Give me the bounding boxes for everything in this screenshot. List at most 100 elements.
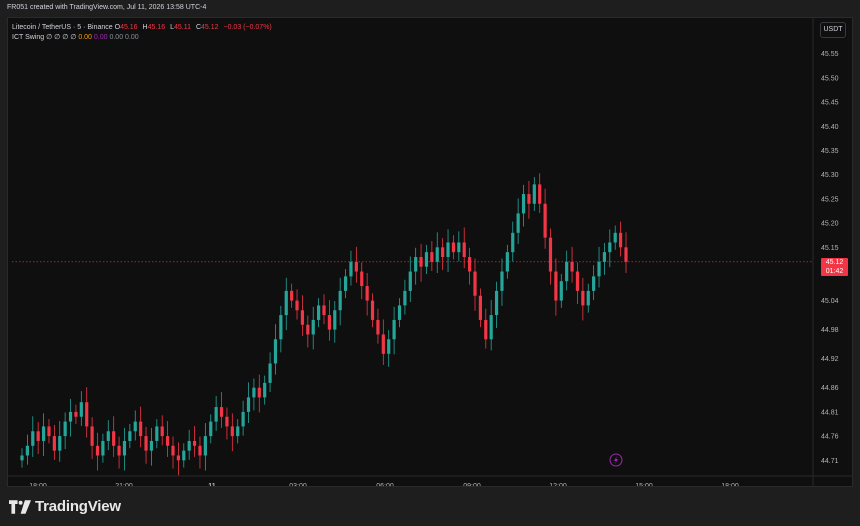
candlestick-chart[interactable]: 45.55 45.50 45.45 45.40 45.35 45.30 45.25 45.20…	[8, 18, 852, 486]
currency-button[interactable]: USDT	[820, 22, 846, 38]
x-tick-label: 15:00	[635, 483, 653, 486]
tradingview-logo-icon	[9, 499, 31, 514]
tradingview-logo[interactable]: TradingView	[9, 498, 121, 515]
candle-body	[311, 319, 315, 335]
candle-body	[187, 440, 191, 451]
y-tick-label: 44.98	[821, 327, 839, 334]
candle-body	[505, 252, 509, 272]
candle-body	[263, 382, 267, 398]
y-tick-label: 45.30	[821, 172, 839, 179]
candle-body	[608, 242, 612, 253]
candle-body	[473, 271, 477, 296]
candle-body	[47, 426, 51, 437]
candle-body	[597, 261, 601, 277]
y-tick-label: 45.25	[821, 196, 839, 203]
candle-body	[219, 407, 224, 417]
candle-body	[236, 426, 240, 437]
legend-open-value: 45.16	[120, 24, 138, 31]
candle-body	[246, 397, 251, 412]
candle-body	[489, 315, 493, 340]
candle-body	[90, 426, 94, 446]
candle-body	[192, 440, 197, 446]
candle-body	[441, 247, 445, 257]
x-tick-label: 09:00	[463, 483, 481, 486]
candle-body	[74, 411, 78, 417]
candle-body	[376, 319, 380, 335]
candle-body	[58, 436, 62, 451]
candle-body	[343, 276, 348, 291]
candle-body	[570, 261, 574, 272]
candle-body	[52, 436, 56, 451]
candle-body	[252, 387, 256, 398]
candle-body	[511, 232, 515, 253]
bar-countdown-label: 01:42	[825, 267, 844, 275]
y-tick-label: 45.20	[821, 221, 839, 228]
candle-body	[171, 445, 175, 456]
legend-high-value: 45.16	[147, 24, 166, 31]
legend-close-value: 45.12	[201, 24, 219, 31]
candle-body	[155, 426, 159, 441]
candle-body	[209, 421, 213, 437]
candle-body	[430, 252, 434, 262]
candle-body	[63, 421, 67, 437]
candle-body	[338, 290, 342, 311]
candle-body	[117, 445, 121, 456]
legend-symbol-row: Litecoin / TetherUS · 5 · Binance O45.16…	[12, 23, 272, 33]
candle-body	[370, 300, 375, 320]
candle-body	[333, 310, 337, 330]
candle-body	[241, 411, 245, 427]
candle-body	[203, 436, 207, 456]
candle-body	[122, 440, 127, 456]
candle-body	[101, 440, 105, 456]
candle-body	[133, 421, 137, 432]
candle-body	[268, 363, 272, 383]
indicator-value-4: 0.00	[125, 34, 139, 41]
candle-body	[166, 436, 170, 446]
x-tick-label: 18:00	[29, 483, 47, 486]
candle-body	[414, 257, 418, 272]
candle-body	[457, 242, 461, 253]
x-tick-label: 12:00	[549, 483, 567, 486]
candle-body	[295, 300, 299, 311]
y-tick-label: 44.81	[821, 409, 839, 416]
candle-body	[257, 387, 261, 398]
candle-body	[273, 339, 278, 364]
candle-body	[284, 290, 288, 316]
chart-caption: FR051 created with TradingView.com, Jul …	[7, 4, 207, 11]
candle-body	[95, 445, 100, 456]
candle-body	[230, 426, 234, 437]
candle-body	[128, 431, 132, 441]
indicator-name[interactable]: ICT Swing	[12, 34, 44, 41]
candle-body	[322, 305, 326, 316]
candle-body	[397, 305, 402, 320]
indicator-value-2: 0.00	[93, 34, 108, 41]
candle-body	[408, 271, 412, 291]
candle-body	[306, 324, 310, 335]
chart-frame[interactable]: 45.55 45.50 45.45 45.40 45.35 45.30 45.25 45.20…	[7, 17, 853, 487]
candle-body	[592, 276, 596, 291]
candle-body	[349, 261, 353, 277]
candle-body	[360, 271, 364, 287]
candle-body	[602, 252, 607, 262]
indicator-value-3: 0.00	[109, 34, 124, 41]
legend-indicator-row: ICT Swing ∅ ∅ ∅ ∅ 0.00 0.00 0.00 0.00	[12, 33, 272, 43]
candle-body	[290, 290, 294, 301]
candle-body	[527, 194, 531, 204]
candle-body	[624, 247, 628, 262]
y-tick-label: 45.55	[821, 51, 839, 58]
candle-body	[176, 455, 180, 461]
legend-low-value: 45.11	[174, 24, 191, 31]
candle-body	[387, 339, 391, 354]
candle-body	[478, 295, 482, 320]
candle-body	[112, 431, 116, 446]
candle-body	[613, 232, 617, 243]
candle-body	[538, 184, 542, 204]
legend-symbol[interactable]: Litecoin / TetherUS · 5 · Binance	[12, 24, 113, 31]
candle-body	[160, 426, 164, 437]
candle-body	[327, 315, 331, 330]
candle-body	[521, 194, 526, 214]
candle-body	[300, 310, 305, 325]
y-tick-label: 44.92	[821, 356, 839, 363]
candle-body	[575, 271, 580, 291]
y-tick-label: 45.04	[821, 298, 839, 305]
